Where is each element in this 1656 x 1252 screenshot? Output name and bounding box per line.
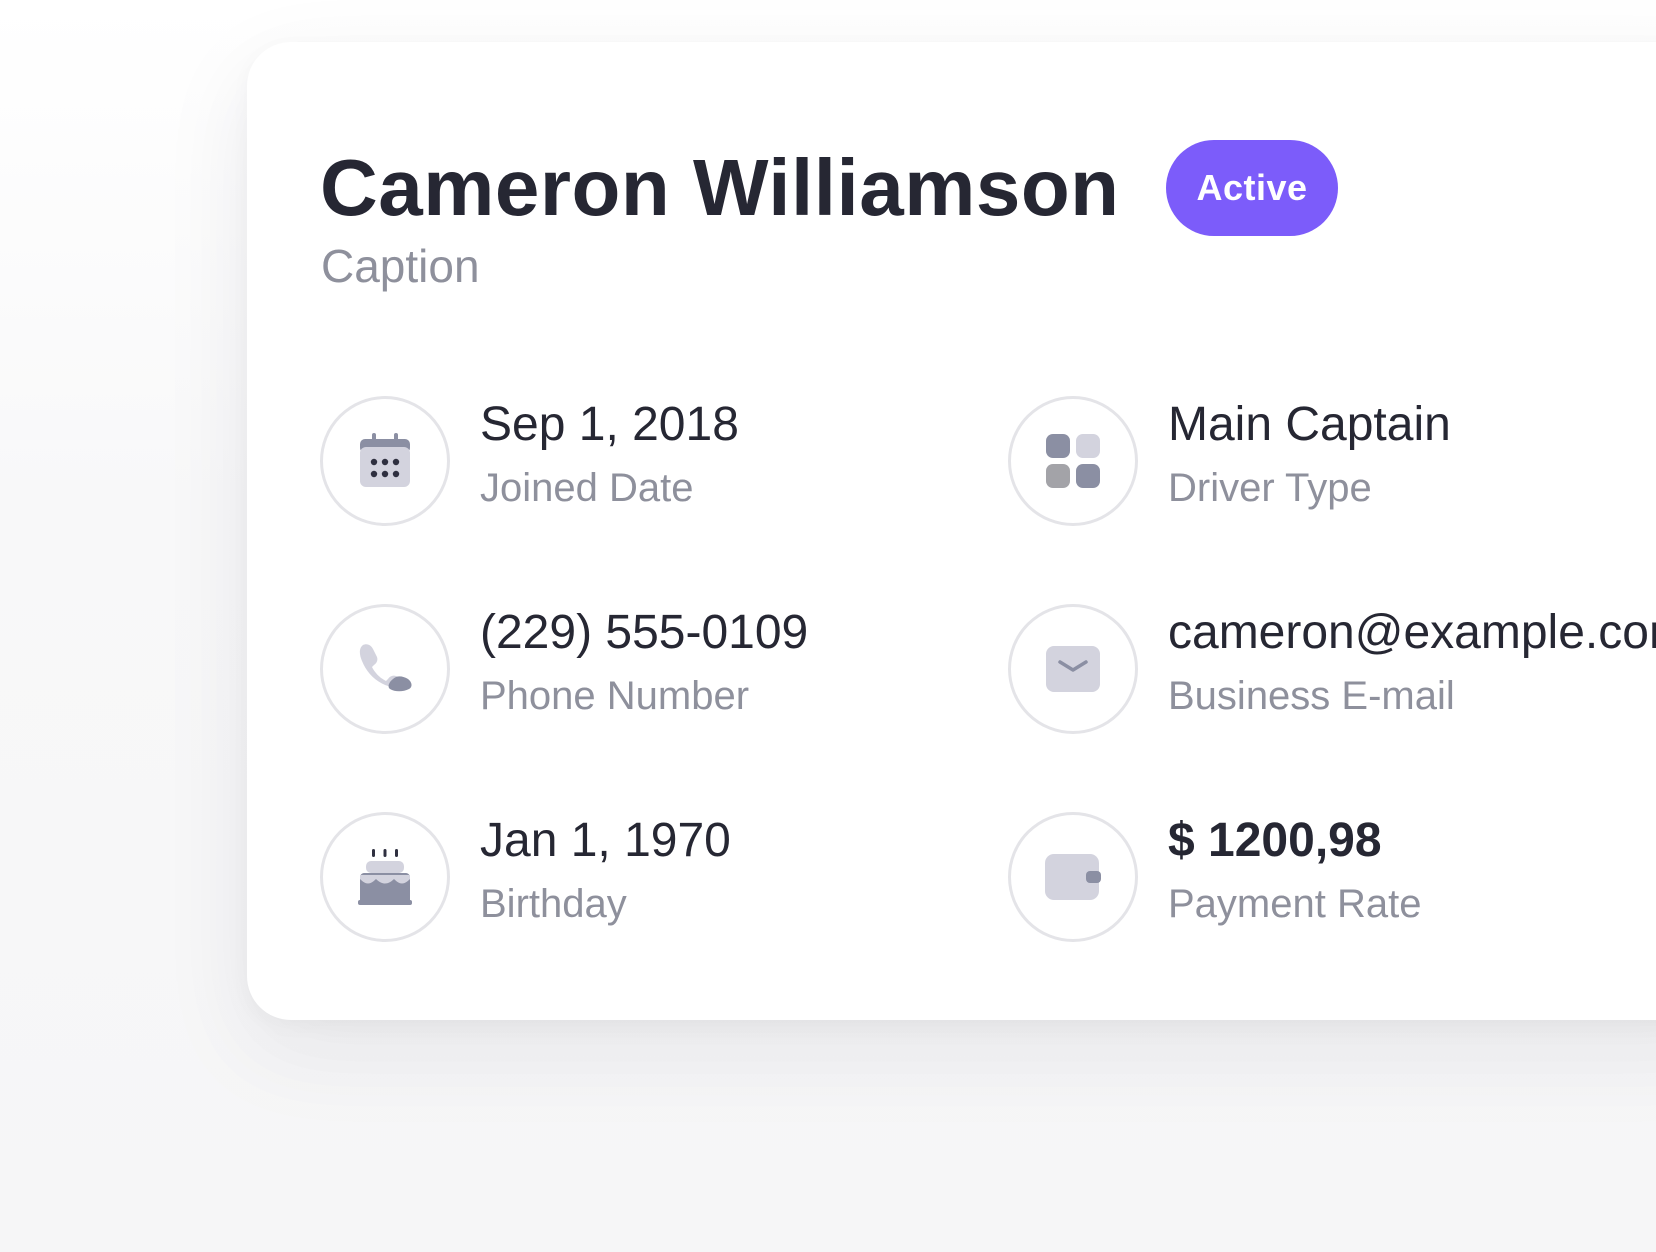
birthday-label: Birthday (480, 882, 627, 926)
grid-icon (1008, 396, 1138, 526)
birthday-value: Jan 1, 1970 (480, 814, 731, 867)
mail-icon (1008, 604, 1138, 734)
business-email-label: Business E-mail (1168, 674, 1455, 718)
driver-type-label: Driver Type (1168, 466, 1372, 510)
phone-number-label: Phone Number (480, 674, 750, 718)
status-badge: Active (1166, 140, 1338, 236)
phone-number-value: (229) 555-0109 (480, 606, 809, 659)
driver-type-value: Main Captain (1168, 398, 1451, 451)
profile-name: Cameron Williamson (320, 143, 1120, 232)
joined-date-label: Joined Date (480, 466, 694, 510)
payment-rate-value: $ 1200,98 (1168, 814, 1382, 867)
payment-rate-label: Payment Rate (1168, 882, 1422, 926)
cake-icon (320, 812, 450, 942)
business-email-value: cameron@example.com (1168, 606, 1656, 659)
page-background: Cameron Williamson Caption Active Sep 1,… (0, 0, 1656, 1252)
joined-date-value: Sep 1, 2018 (480, 398, 739, 451)
phone-icon (320, 604, 450, 734)
calendar-icon (320, 396, 450, 526)
profile-caption: Caption (321, 240, 480, 292)
wallet-icon (1008, 812, 1138, 942)
